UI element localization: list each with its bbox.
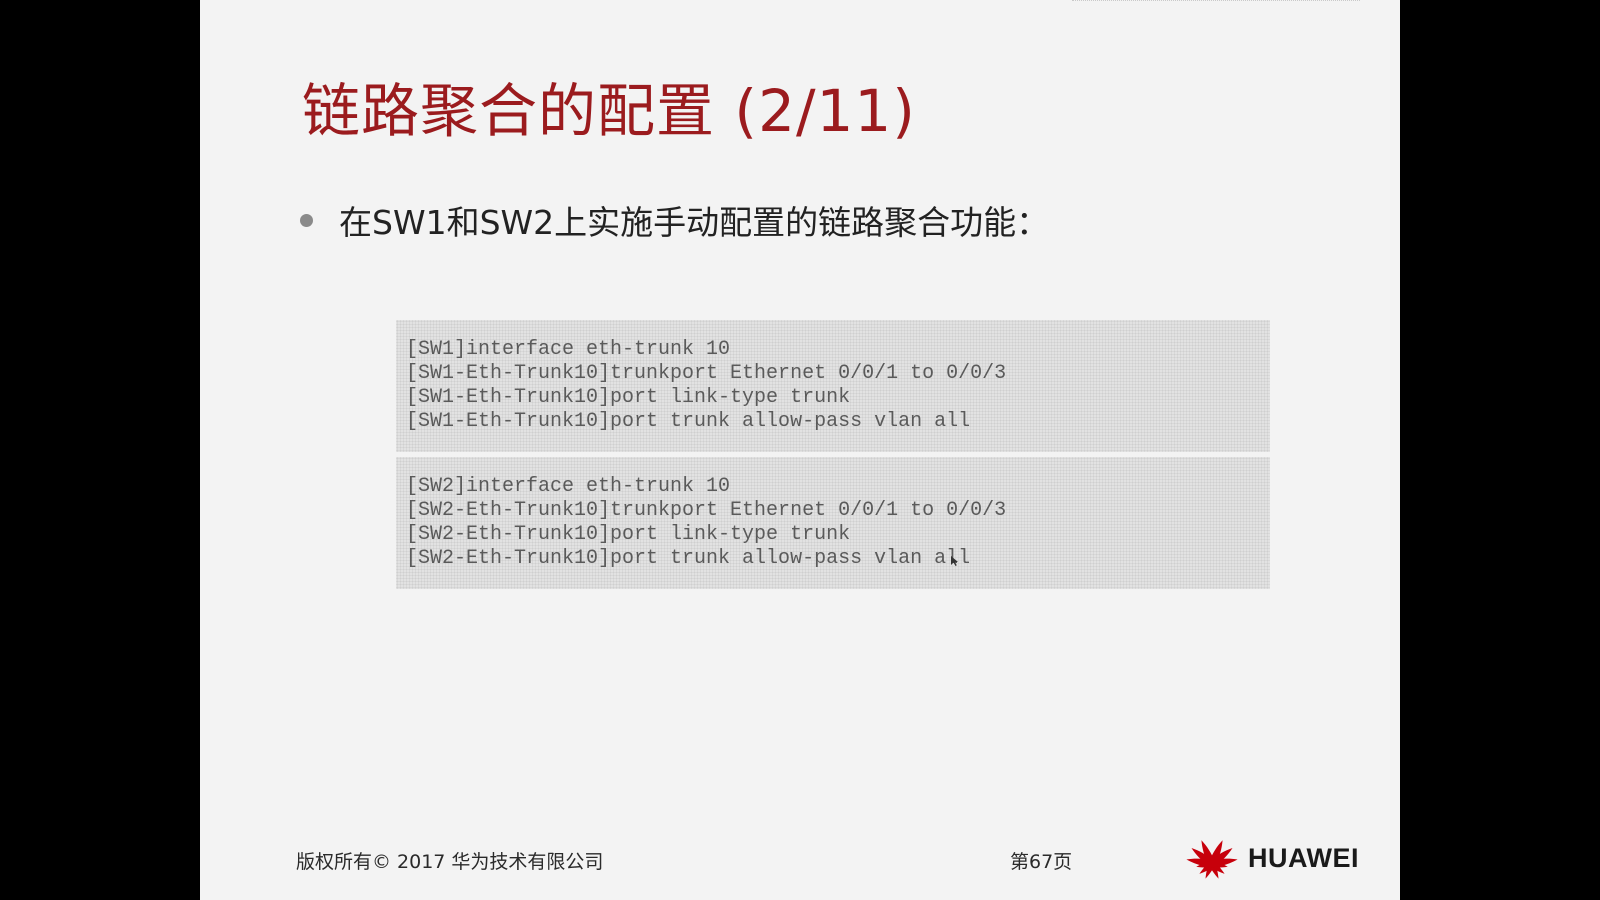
huawei-logo: HUAWEI [1184, 834, 1359, 882]
code-line: [SW1-Eth-Trunk10]trunkport Ethernet 0/0/… [406, 362, 1007, 385]
bullet-item: 在SW1和SW2上实施手动配置的链路聚合功能： [300, 196, 1049, 244]
huawei-wordmark: HUAWEI [1248, 842, 1359, 873]
huawei-petal-logo-icon [1186, 840, 1238, 879]
code-line: [SW2-Eth-Trunk10]port trunk allow-pass v… [406, 547, 971, 570]
code-line: [SW2-Eth-Trunk10]trunkport Ethernet 0/0/… [406, 499, 1007, 522]
top-decorative-rule [1072, 0, 1360, 3]
code-line: [SW2-Eth-Trunk10]port link-type trunk [406, 523, 851, 546]
mouse-cursor-icon [951, 556, 958, 566]
bullet-dot-icon [300, 213, 313, 227]
footer-page-number: 第67页 [1010, 851, 1073, 873]
code-block-sw1: [SW1]interface eth-trunk 10 [SW1-Eth-Tru… [396, 320, 1270, 452]
slide-title: 链路聚合的配置 (2/11) [302, 77, 916, 145]
bullet-text: 在SW1和SW2上实施手动配置的链路聚合功能： [339, 203, 1050, 242]
code-line: [SW1-Eth-Trunk10]port link-type trunk [406, 386, 851, 409]
slide: 链路聚合的配置 (2/11) 在SW1和SW2上实施手动配置的链路聚合功能： [… [200, 0, 1400, 900]
code-line: [SW2]interface eth-trunk 10 [406, 475, 731, 498]
code-line: [SW1-Eth-Trunk10]port trunk allow-pass v… [406, 410, 971, 433]
footer-copyright: 版权所有© 2017 华为技术有限公司 [296, 851, 604, 873]
code-block-sw2: [SW2]interface eth-trunk 10 [SW2-Eth-Tru… [396, 457, 1270, 589]
code-line: [SW1]interface eth-trunk 10 [406, 338, 731, 361]
